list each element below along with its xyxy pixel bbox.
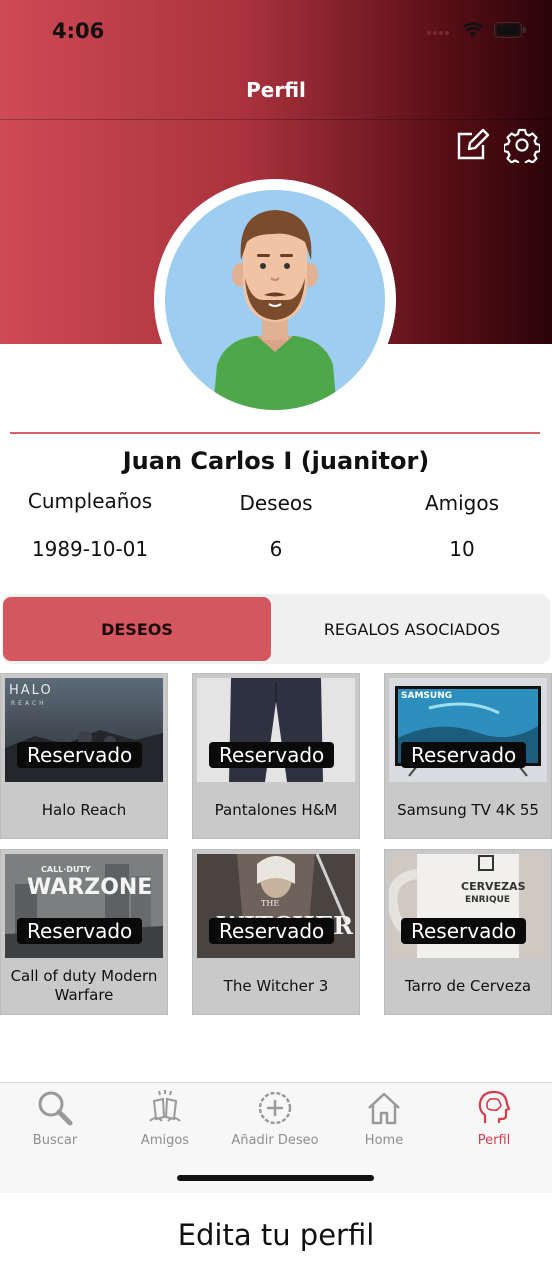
add-circle-icon bbox=[258, 1091, 292, 1125]
tabbar-label: Perfil bbox=[477, 1133, 511, 1148]
status-time: 4:06 bbox=[52, 19, 105, 43]
battery-icon bbox=[494, 22, 526, 43]
reserved-badge: Reservado bbox=[17, 918, 143, 944]
bottom-tab-bar: Buscar Amigos Añadir Deseo Home Perfil bbox=[0, 1082, 552, 1193]
search-icon bbox=[38, 1091, 73, 1126]
wish-card-tarro-cerveza[interactable]: CERVEZAS ENRIQUE Reservado Tarro de Cerv… bbox=[384, 849, 552, 1015]
stat-friends-value: 10 bbox=[449, 537, 475, 561]
tabbar-buscar[interactable]: Buscar bbox=[0, 1089, 110, 1159]
wish-title: The Witcher 3 bbox=[223, 976, 329, 995]
halo-logo-text: HALO bbox=[9, 683, 53, 698]
nav-divider bbox=[0, 119, 552, 120]
wish-card-halo-reach[interactable]: HALO REACH Reservado Halo Reach bbox=[0, 673, 168, 839]
warzone-logo-text: WARZONE bbox=[27, 875, 152, 900]
stat-birthday-label: Cumpleaños bbox=[27, 489, 153, 513]
edit-profile-button[interactable] bbox=[454, 126, 492, 164]
profile-divider bbox=[10, 432, 540, 434]
tab-regalos-asociados[interactable]: REGALOS ASOCIADOS bbox=[277, 597, 547, 661]
wish-card-witcher[interactable]: THE WITCHER Reservado The Witcher 3 bbox=[192, 849, 360, 1015]
page-title: Perfil bbox=[246, 78, 306, 102]
tabbar-perfil[interactable]: Perfil bbox=[439, 1089, 549, 1159]
cellular-icon bbox=[426, 23, 452, 42]
gear-icon bbox=[504, 128, 540, 163]
status-icons bbox=[426, 22, 526, 43]
wish-title: Halo Reach bbox=[41, 800, 127, 819]
svg-text:THE: THE bbox=[261, 899, 279, 908]
reserved-badge: Reservado bbox=[209, 742, 335, 768]
tabbar-home[interactable]: Home bbox=[329, 1089, 439, 1159]
cervezas-label-text: CERVEZAS bbox=[461, 880, 526, 893]
reserved-badge: Reservado bbox=[209, 918, 335, 944]
wifi-icon bbox=[462, 22, 484, 43]
profile-head-icon bbox=[478, 1090, 511, 1123]
tabbar-label: Home bbox=[364, 1133, 404, 1148]
wish-card-call-of-duty[interactable]: CALL·DUTY WARZONE Reservado Call of duty… bbox=[0, 849, 168, 1015]
wish-title: Pantalones H&M bbox=[214, 800, 338, 819]
stat-wishes-label: Deseos bbox=[239, 491, 313, 515]
stat-friends-label: Amigos bbox=[424, 491, 500, 515]
home-icon bbox=[368, 1092, 400, 1125]
svg-text:CALL·DUTY: CALL·DUTY bbox=[41, 865, 91, 874]
wish-title: Tarro de Cerveza bbox=[404, 976, 532, 995]
wish-title: Call of duty Modern Warfare bbox=[10, 967, 158, 1004]
wish-card-pantalones[interactable]: Reservado Pantalones H&M bbox=[192, 673, 360, 839]
wish-card-samsung-tv[interactable]: SAMSUNG Reservado Samsung TV 4K 55 bbox=[384, 673, 552, 839]
reserved-badge: Reservado bbox=[401, 742, 527, 768]
tabbar-label: Amigos bbox=[140, 1133, 190, 1148]
samsung-logo-text: SAMSUNG bbox=[401, 691, 452, 701]
avatar-person-icon bbox=[213, 210, 337, 410]
tabbar-amigos[interactable]: Amigos bbox=[110, 1089, 220, 1159]
cheers-icon bbox=[149, 1090, 181, 1122]
wish-title: Samsung TV 4K 55 bbox=[397, 800, 539, 819]
avatar[interactable] bbox=[165, 190, 385, 410]
home-indicator bbox=[177, 1175, 374, 1181]
tab-deseos[interactable]: DESEOS bbox=[3, 597, 271, 661]
caption: Edita tu perfil bbox=[177, 1218, 375, 1252]
tabbar-anadir-deseo[interactable]: Añadir Deseo bbox=[220, 1089, 330, 1159]
user-name: Juan Carlos I (juanitor) bbox=[122, 447, 430, 475]
stat-wishes-value: 6 bbox=[269, 537, 283, 561]
svg-text:REACH: REACH bbox=[11, 700, 47, 707]
segmented-tabs: DESEOS REGALOS ASOCIADOS bbox=[2, 594, 550, 664]
tabbar-label: Buscar bbox=[32, 1133, 78, 1148]
reserved-badge: Reservado bbox=[17, 742, 143, 768]
settings-button[interactable] bbox=[503, 126, 541, 164]
stat-birthday-value: 1989-10-01 bbox=[31, 537, 149, 561]
tabbar-label: Añadir Deseo bbox=[231, 1133, 319, 1148]
edit-icon bbox=[457, 128, 490, 160]
reserved-badge: Reservado bbox=[401, 918, 527, 944]
svg-text:ENRIQUE: ENRIQUE bbox=[465, 895, 510, 905]
